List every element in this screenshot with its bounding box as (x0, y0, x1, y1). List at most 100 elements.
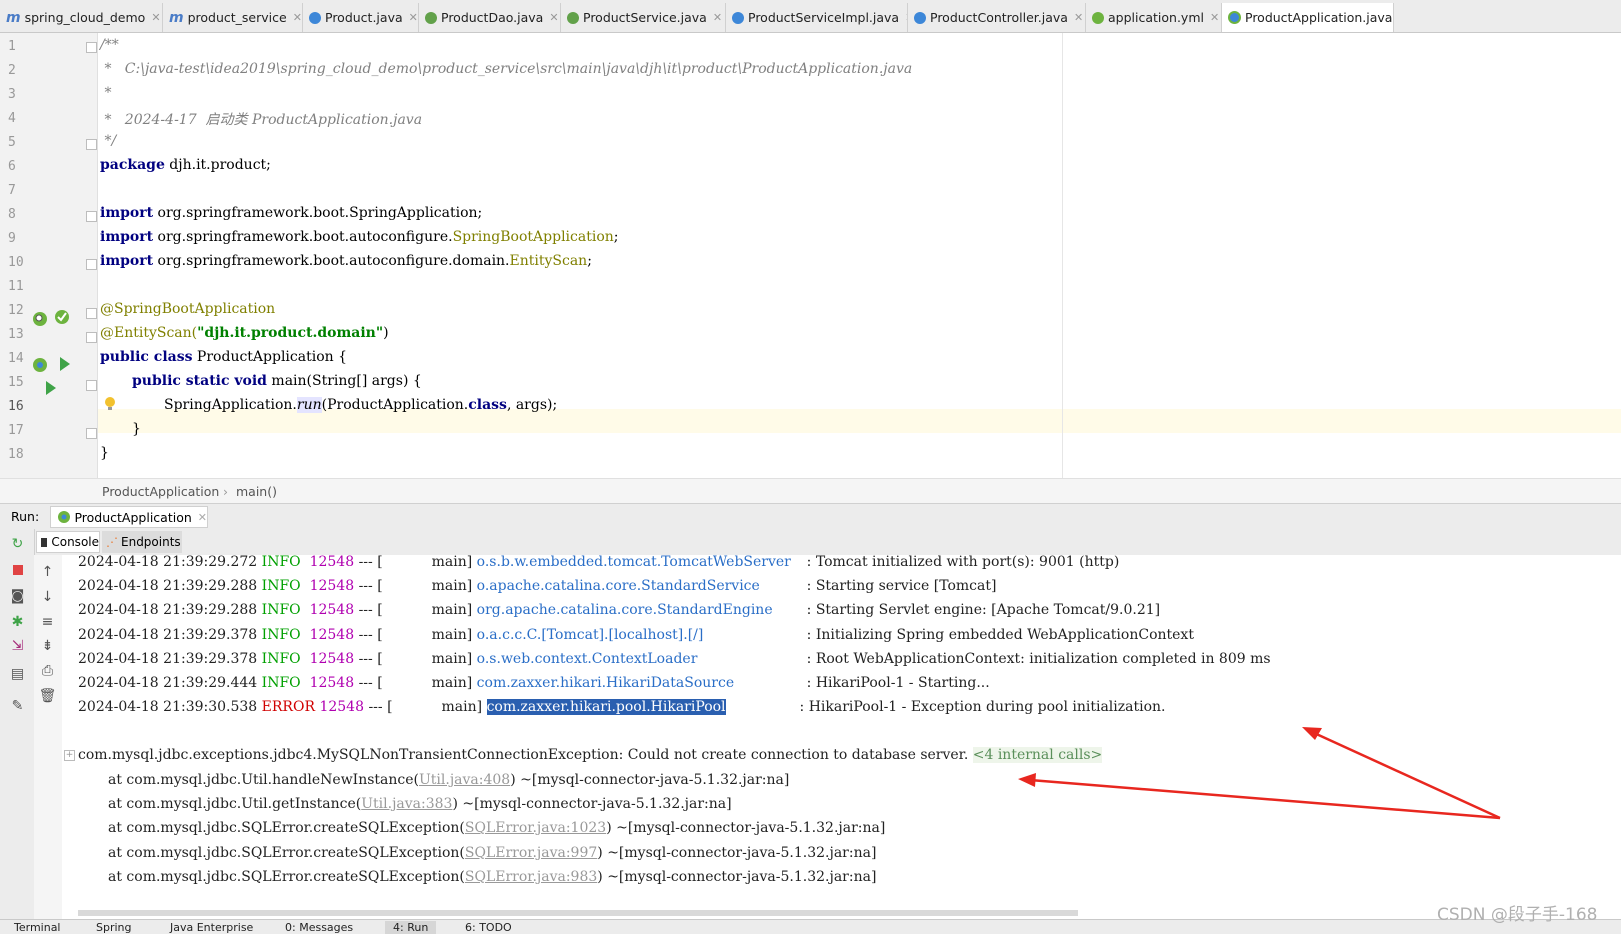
tab-productapplication-java[interactable]: ProductApplication.java✕ (1222, 3, 1394, 32)
stack-frame: at com.mysql.jdbc.Util.handleNewInstance… (108, 772, 790, 788)
logger-link[interactable]: org.apache.catalina.core.StandardEngine (477, 602, 807, 618)
code-line-17: } (132, 421, 141, 437)
logger-link[interactable]: o.s.web.context.ContextLoader (477, 651, 807, 667)
run-config-tab[interactable]: ProductApplication ✕ (50, 506, 208, 528)
camera-icon[interactable]: ◙ (10, 588, 25, 604)
logger-link[interactable]: com.zaxxer.hikari.pool.HikariPool (486, 699, 726, 715)
close-icon[interactable]: ✕ (1210, 11, 1219, 24)
tab-application-yml[interactable]: application.yml ✕ (1086, 3, 1222, 32)
arrow-up-icon[interactable]: ↑ (40, 564, 55, 580)
source-link[interactable]: Util.java:383 (361, 796, 452, 812)
fold-marker[interactable] (86, 380, 97, 391)
close-icon[interactable]: ✕ (1074, 11, 1083, 24)
close-icon[interactable]: ✕ (151, 11, 160, 24)
soft-wrap-icon[interactable]: ≡ (40, 614, 55, 630)
code-line-9: import org.springframework.boot.autoconf… (100, 229, 619, 245)
logger-link[interactable]: o.a.c.c.C.[Tomcat].[localhost].[/] (477, 627, 807, 643)
code-line-14: public class ProductApplication { (100, 349, 348, 365)
interface-icon (567, 11, 579, 24)
tab-productservice-java[interactable]: ProductService.java ✕ (561, 3, 726, 32)
console-toolbar: ↑ ↓ ≡ ⇟ ⎙ 🗑 (34, 555, 63, 919)
stack-frame: at com.mysql.jdbc.SQLError.createSQLExce… (108, 868, 877, 885)
fold-marker[interactable] (86, 259, 97, 270)
fold-marker[interactable] (86, 308, 97, 319)
line-number: 16 (8, 399, 24, 414)
breadcrumb-method[interactable]: main() (236, 484, 277, 499)
tab-product-java[interactable]: Product.java ✕ (303, 3, 419, 32)
tab-todo[interactable]: 6: TODO (465, 921, 512, 934)
arrow-down-icon[interactable]: ↓ (40, 589, 55, 605)
rerun-icon[interactable]: ↻ (10, 536, 25, 552)
line-number: 8 (8, 207, 16, 222)
spring-boot-icon[interactable] (31, 356, 51, 374)
fold-marker[interactable] (86, 42, 97, 53)
tab-messages[interactable]: 0: Messages (285, 921, 353, 934)
expand-icon[interactable]: + (64, 750, 75, 761)
lightbulb-icon[interactable] (103, 396, 117, 414)
fold-marker[interactable] (86, 211, 97, 222)
close-icon[interactable]: ✕ (713, 11, 722, 24)
watermark: CSDN @段子手-168 (1437, 905, 1598, 925)
line-number: 14 (8, 351, 24, 366)
code-line-3: * (100, 85, 112, 101)
internal-calls-link[interactable]: <4 internal calls> (972, 747, 1103, 763)
tab-productcontroller-java[interactable]: ProductController.java ✕ (908, 3, 1086, 32)
close-icon[interactable]: ✕ (409, 11, 418, 24)
console-icon (41, 537, 48, 547)
code-line-16: SpringApplication.run(ProductApplication… (164, 397, 558, 413)
line-number: 1 (8, 39, 16, 54)
logger-link[interactable]: com.zaxxer.hikari.HikariDataSource (477, 675, 807, 691)
trash-icon[interactable]: 🗑 (39, 688, 57, 704)
spring-bean-icon[interactable] (31, 310, 51, 328)
debug-icon[interactable]: ✱ (10, 614, 25, 630)
line-number: 15 (8, 375, 24, 390)
maven-icon: m (169, 9, 184, 26)
endpoints-icon: ⋰ (106, 535, 118, 549)
tab-java-enterprise[interactable]: Java Enterprise (170, 921, 253, 934)
line-number: 17 (8, 423, 24, 438)
logger-link[interactable]: o.s.b.w.embedded.tomcat.TomcatWebServer (477, 555, 807, 570)
fold-marker[interactable] (86, 332, 97, 343)
code-line-2: * C:\java-test\idea2019\spring_cloud_dem… (100, 61, 913, 77)
tab-console[interactable]: Console (36, 531, 100, 553)
line-number: 13 (8, 327, 24, 342)
logger-link[interactable]: o.apache.catalina.core.StandardService (477, 578, 807, 594)
horizontal-scrollbar[interactable] (78, 910, 1078, 916)
fold-marker[interactable] (86, 139, 97, 150)
close-icon[interactable]: ✕ (293, 11, 302, 24)
code-line-1: /** (100, 37, 119, 53)
class-icon (309, 11, 321, 24)
print-icon[interactable]: ⎙ (40, 663, 55, 679)
console-output[interactable]: 2024-04-18 21:39:29.272 INFO 12548 --- [… (62, 555, 1621, 919)
source-link[interactable]: SQLError.java:997 (465, 845, 597, 861)
close-icon[interactable]: ✕ (549, 11, 558, 24)
stop-icon[interactable] (10, 562, 25, 577)
tab-spring-cloud-demo[interactable]: m spring_cloud_demo ✕ (0, 3, 163, 32)
tab-productdao-java[interactable]: ProductDao.java ✕ (419, 3, 561, 32)
spring-run-icon[interactable] (53, 308, 71, 326)
source-link[interactable]: SQLError.java:1023 (465, 820, 606, 836)
code-editor[interactable]: 1 2 3 4 5 6 7 8 9 10 11 12 13 14 15 16 17 18 /** * C:\jav… (0, 33, 1621, 478)
pin-icon[interactable]: ✎ (10, 698, 25, 714)
code-line-15: public static void main(String[] args) { (132, 373, 422, 389)
breadcrumb-class[interactable]: ProductApplication (102, 484, 219, 499)
layout-icon[interactable]: ▤ (10, 666, 25, 682)
tab-productserviceimpl-java[interactable]: ProductServiceImpl.java✕ (726, 3, 908, 32)
line-number: 4 (8, 111, 16, 126)
close-icon[interactable]: ✕ (198, 511, 207, 524)
line-number: 18 (8, 447, 24, 462)
line-number: 5 (8, 135, 16, 150)
source-link[interactable]: SQLError.java:983 (465, 869, 597, 885)
scroll-to-end-icon[interactable]: ⇟ (40, 638, 55, 654)
tab-run[interactable]: 4: Run (385, 921, 437, 934)
run-main-icon[interactable] (44, 380, 58, 396)
source-link[interactable]: Util.java:408 (419, 772, 510, 788)
tab-spring[interactable]: Spring (96, 921, 132, 934)
tab-endpoints[interactable]: ⋰ Endpoints (102, 531, 182, 553)
run-icon[interactable] (58, 356, 72, 372)
fold-marker[interactable] (86, 428, 97, 439)
tab-product-service[interactable]: m product_service ✕ (163, 3, 303, 32)
class-icon (914, 11, 926, 24)
tab-terminal[interactable]: Terminal (14, 921, 61, 934)
exit-icon[interactable]: ⇲ (10, 638, 25, 654)
